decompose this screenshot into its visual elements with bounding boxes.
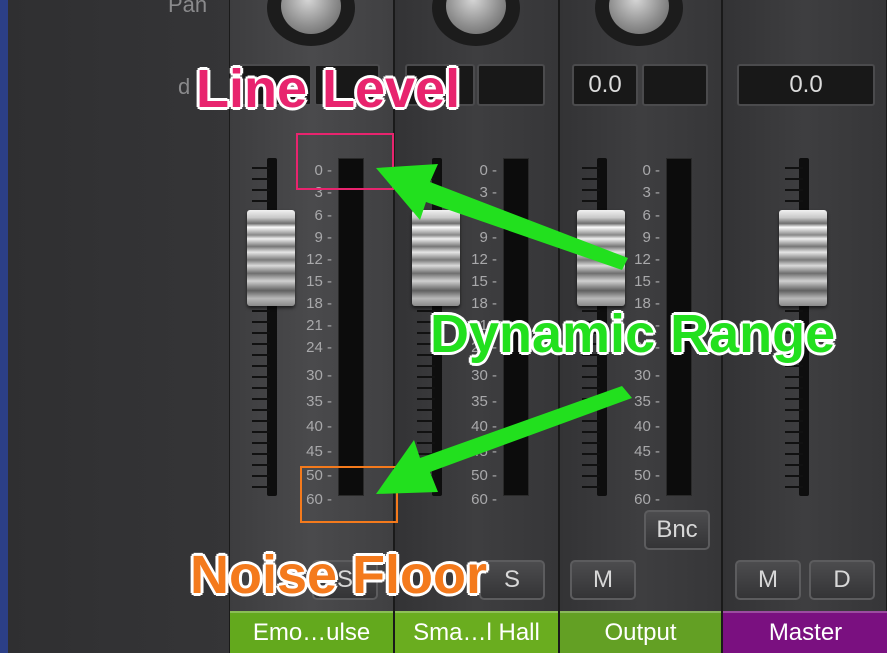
line-level-label: Line Level: [196, 59, 461, 119]
dynamic-range-arrow-top: [376, 164, 628, 270]
dynamic-range-label: Dynamic Range: [430, 304, 836, 364]
line-level-box: [296, 133, 394, 190]
dynamic-range-arrow-bottom: [376, 386, 632, 494]
noise-floor-box: [300, 466, 398, 523]
noise-floor-label: Noise Floor: [190, 545, 488, 605]
